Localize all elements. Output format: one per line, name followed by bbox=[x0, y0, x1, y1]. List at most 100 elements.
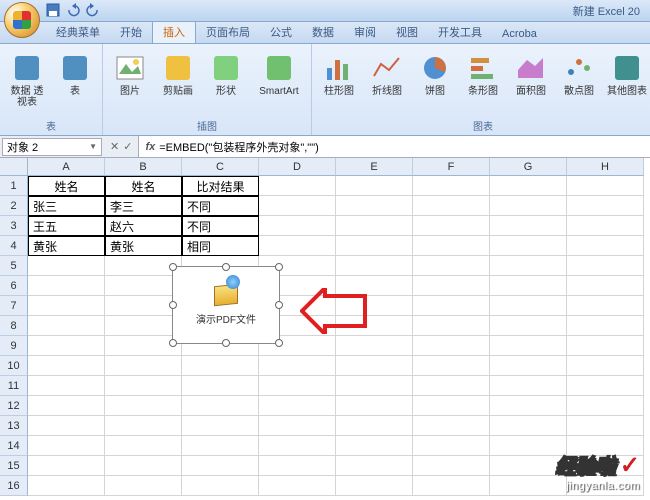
cell[interactable] bbox=[490, 396, 567, 416]
cell[interactable] bbox=[259, 176, 336, 196]
cell[interactable] bbox=[413, 296, 490, 316]
tab-视图[interactable]: 视图 bbox=[386, 21, 428, 43]
column-header[interactable]: E bbox=[336, 158, 413, 176]
cell[interactable] bbox=[182, 476, 259, 496]
cell[interactable] bbox=[28, 256, 105, 276]
ribbon-shapes-button[interactable]: 形状 bbox=[205, 48, 247, 116]
tab-开发工具[interactable]: 开发工具 bbox=[428, 21, 492, 43]
cell[interactable] bbox=[490, 296, 567, 316]
cell[interactable] bbox=[413, 476, 490, 496]
cell[interactable] bbox=[105, 456, 182, 476]
column-header[interactable]: A bbox=[28, 158, 105, 176]
cell[interactable] bbox=[259, 416, 336, 436]
cell[interactable] bbox=[336, 256, 413, 276]
tab-插入[interactable]: 插入 bbox=[152, 20, 196, 43]
cell[interactable] bbox=[490, 336, 567, 356]
cell[interactable] bbox=[259, 456, 336, 476]
cell[interactable] bbox=[336, 196, 413, 216]
cell[interactable] bbox=[413, 456, 490, 476]
cell[interactable] bbox=[490, 176, 567, 196]
column-header[interactable]: G bbox=[490, 158, 567, 176]
cell[interactable] bbox=[28, 416, 105, 436]
row-header[interactable]: 4 bbox=[0, 236, 28, 256]
cell[interactable] bbox=[567, 296, 644, 316]
row-header[interactable]: 5 bbox=[0, 256, 28, 276]
redo-icon[interactable] bbox=[86, 3, 100, 17]
cell[interactable] bbox=[567, 416, 644, 436]
row-header[interactable]: 10 bbox=[0, 356, 28, 376]
resize-handle[interactable] bbox=[169, 301, 177, 309]
cell[interactable] bbox=[182, 396, 259, 416]
cell[interactable] bbox=[336, 216, 413, 236]
worksheet[interactable]: ABCDEFGH 12345678910111213141516 姓名姓名比对结… bbox=[0, 158, 650, 500]
tab-开始[interactable]: 开始 bbox=[110, 21, 152, 43]
column-header[interactable]: F bbox=[413, 158, 490, 176]
cell[interactable] bbox=[567, 216, 644, 236]
cell[interactable]: 不同 bbox=[182, 196, 259, 216]
resize-handle[interactable] bbox=[275, 339, 283, 347]
cell[interactable] bbox=[336, 436, 413, 456]
resize-handle[interactable] bbox=[222, 263, 230, 271]
cell[interactable] bbox=[105, 416, 182, 436]
row-header[interactable]: 6 bbox=[0, 276, 28, 296]
cell[interactable] bbox=[28, 356, 105, 376]
cell[interactable] bbox=[28, 376, 105, 396]
cell[interactable] bbox=[413, 316, 490, 336]
ribbon-other-button[interactable]: 其他图表 bbox=[606, 48, 648, 116]
cell[interactable] bbox=[336, 176, 413, 196]
select-all-corner[interactable] bbox=[0, 158, 28, 176]
cell[interactable] bbox=[259, 196, 336, 216]
cell[interactable] bbox=[567, 196, 644, 216]
row-header[interactable]: 7 bbox=[0, 296, 28, 316]
cell[interactable] bbox=[567, 396, 644, 416]
resize-handle[interactable] bbox=[169, 339, 177, 347]
cell[interactable] bbox=[413, 436, 490, 456]
cell[interactable] bbox=[105, 356, 182, 376]
tab-公式[interactable]: 公式 bbox=[260, 21, 302, 43]
cell[interactable] bbox=[567, 256, 644, 276]
cell[interactable] bbox=[28, 476, 105, 496]
ribbon-smartart-button[interactable]: SmartArt bbox=[253, 48, 305, 116]
cell[interactable] bbox=[490, 316, 567, 336]
cell[interactable] bbox=[28, 456, 105, 476]
cell[interactable] bbox=[105, 436, 182, 456]
undo-icon[interactable] bbox=[66, 3, 80, 17]
resize-handle[interactable] bbox=[275, 263, 283, 271]
cell[interactable] bbox=[336, 476, 413, 496]
cell[interactable] bbox=[413, 176, 490, 196]
column-header[interactable]: C bbox=[182, 158, 259, 176]
cell[interactable] bbox=[259, 216, 336, 236]
row-header[interactable]: 1 bbox=[0, 176, 28, 196]
cell[interactable]: 王五 bbox=[28, 216, 105, 236]
ribbon-line-button[interactable]: 折线图 bbox=[366, 48, 408, 116]
row-header[interactable]: 13 bbox=[0, 416, 28, 436]
row-header[interactable]: 9 bbox=[0, 336, 28, 356]
cell[interactable]: 张三 bbox=[28, 196, 105, 216]
row-header[interactable]: 12 bbox=[0, 396, 28, 416]
cell[interactable] bbox=[28, 436, 105, 456]
cell[interactable] bbox=[336, 356, 413, 376]
ribbon-clipart-button[interactable]: 剪贴画 bbox=[157, 48, 199, 116]
cell[interactable] bbox=[490, 276, 567, 296]
resize-handle[interactable] bbox=[275, 301, 283, 309]
tab-审阅[interactable]: 审阅 bbox=[344, 21, 386, 43]
cell[interactable] bbox=[567, 176, 644, 196]
cell[interactable] bbox=[259, 476, 336, 496]
cell[interactable] bbox=[28, 316, 105, 336]
cell[interactable] bbox=[105, 376, 182, 396]
row-header[interactable]: 3 bbox=[0, 216, 28, 236]
cell[interactable] bbox=[567, 376, 644, 396]
column-header[interactable]: H bbox=[567, 158, 644, 176]
cell[interactable] bbox=[28, 296, 105, 316]
cell[interactable] bbox=[259, 356, 336, 376]
ribbon-bar-button[interactable]: 条形图 bbox=[462, 48, 504, 116]
cell[interactable]: 比对结果 bbox=[182, 176, 259, 196]
cell[interactable] bbox=[105, 276, 182, 296]
cell[interactable] bbox=[413, 416, 490, 436]
cell[interactable]: 姓名 bbox=[105, 176, 182, 196]
cell[interactable] bbox=[567, 276, 644, 296]
cell[interactable] bbox=[490, 376, 567, 396]
save-icon[interactable] bbox=[46, 3, 60, 17]
cell[interactable] bbox=[336, 416, 413, 436]
cell[interactable]: 赵六 bbox=[105, 216, 182, 236]
